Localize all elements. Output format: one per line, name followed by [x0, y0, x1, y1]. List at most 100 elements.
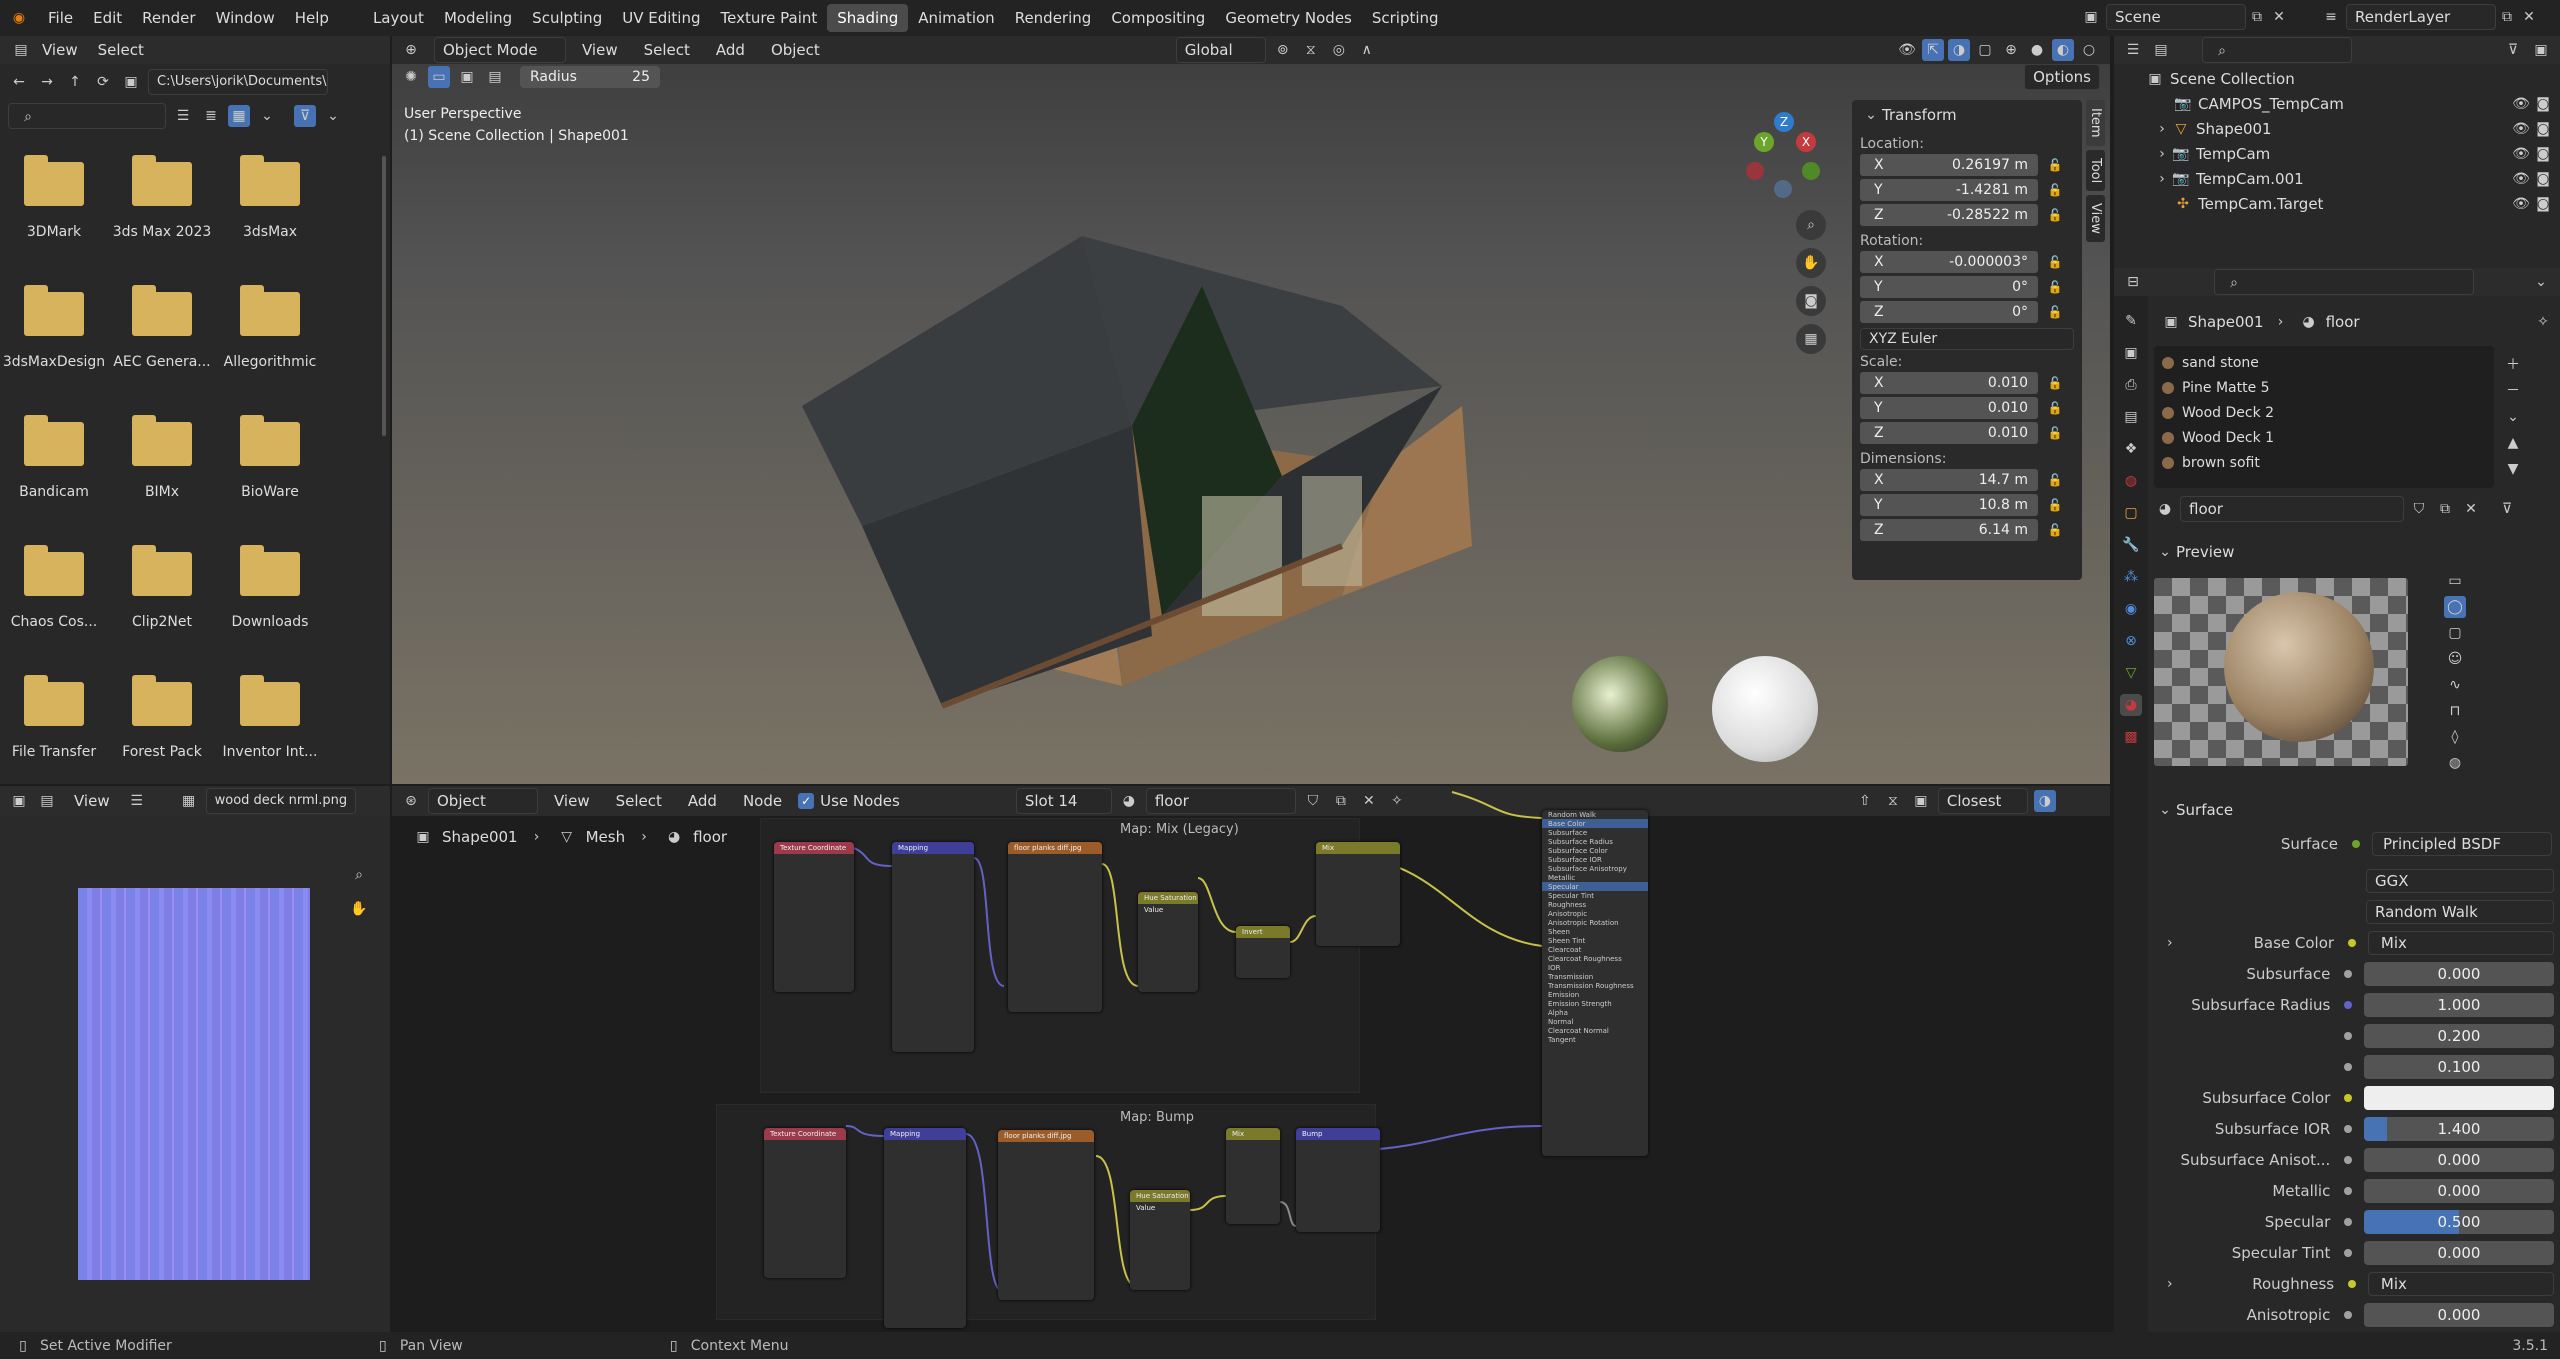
zoom-icon[interactable]: ⌕: [348, 864, 370, 886]
file-item[interactable]: BioWare: [216, 415, 324, 500]
bsdf-input[interactable]: Emission Strength: [1542, 999, 1648, 1008]
viewport-menu-add[interactable]: Add: [706, 36, 755, 64]
property-value[interactable]: 0.000: [2364, 1240, 2554, 1265]
socket-icon[interactable]: [2344, 1124, 2352, 1133]
material-slot-list[interactable]: sand stone Pine Matte 5 Wood Deck 2 Wood De…: [2154, 346, 2494, 488]
eye-icon[interactable]: 👁: [2510, 93, 2532, 115]
property-value[interactable]: 1.000: [2364, 992, 2554, 1017]
radius-field[interactable]: Radius 25: [520, 66, 660, 88]
material-browse-icon[interactable]: ◕: [2154, 498, 2176, 520]
expand-arrow-icon[interactable]: ›: [2162, 932, 2178, 954]
node-hue-saturation-2[interactable]: Hue Saturation Value: [1130, 1190, 1190, 1290]
select-extend-icon[interactable]: ▣: [456, 66, 478, 88]
lock-icon[interactable]: 🔓: [2044, 154, 2066, 176]
preview-fluid-icon[interactable]: ◊: [2444, 726, 2466, 748]
node-invert[interactable]: Invert: [1236, 926, 1290, 978]
overlay-toggle-icon[interactable]: ◑: [1948, 39, 1970, 61]
property-value[interactable]: 1.400: [2364, 1116, 2554, 1141]
gizmo-x-axis[interactable]: X: [1796, 132, 1816, 152]
viewport-menu-object[interactable]: Object: [761, 36, 830, 64]
property-value[interactable]: 0.000: [2364, 1178, 2554, 1203]
bsdf-input[interactable]: Clearcoat Roughness: [1542, 954, 1648, 963]
preview-sphere-icon[interactable]: ◯: [2444, 596, 2466, 618]
scale-field[interactable]: Z 0.010: [1860, 422, 2038, 444]
falloff-icon[interactable]: ∧: [1356, 39, 1378, 61]
file-browser-scrollbar[interactable]: [382, 156, 386, 436]
editor-type-icon[interactable]: ▣: [8, 790, 30, 812]
viewport-menu-select[interactable]: Select: [634, 36, 700, 64]
preview-flat-icon[interactable]: ▭: [2444, 570, 2466, 592]
bsdf-input[interactable]: Clearcoat Normal: [1542, 1026, 1648, 1035]
scale-field[interactable]: X 0.010: [1860, 372, 2038, 394]
filter-icon[interactable]: ⊽: [2502, 39, 2524, 61]
render-camera-icon[interactable]: ◙: [2532, 168, 2554, 190]
material-tab-icon[interactable]: ◕: [2120, 694, 2142, 716]
modifier-tab-icon[interactable]: 🔧: [2120, 534, 2142, 556]
lock-icon[interactable]: 🔓: [2044, 519, 2066, 541]
sidebar-tab-view[interactable]: View: [2086, 194, 2105, 242]
property-link-value[interactable]: Mix: [2367, 930, 2554, 955]
rotation-field[interactable]: Y 0°: [1860, 276, 2038, 298]
bsdf-input[interactable]: Alpha: [1542, 1008, 1648, 1017]
outliner-root[interactable]: Scene Collection: [2170, 70, 2295, 88]
node-mix[interactable]: Mix: [1316, 842, 1400, 946]
outliner-item[interactable]: 📷 CAMPOS_TempCam 👁 ◙: [2114, 91, 2560, 116]
chevron-down-icon[interactable]: ⌄: [322, 105, 344, 127]
socket-icon[interactable]: [2344, 1000, 2352, 1009]
move-up-icon[interactable]: ▲: [2502, 432, 2524, 454]
preview-cloth-icon[interactable]: ⊓: [2444, 700, 2466, 722]
object-tab-icon[interactable]: ▢: [2120, 502, 2142, 524]
gizmo-neg-y[interactable]: [1802, 162, 1820, 180]
path-field[interactable]: C:\Users\jorik\Documents\: [148, 69, 328, 95]
pin-icon[interactable]: ✧: [2532, 311, 2554, 333]
viewport-menu-view[interactable]: View: [572, 36, 628, 64]
node-image-texture[interactable]: floor planks diff.jpg: [1008, 842, 1102, 1012]
lock-icon[interactable]: 🔓: [2044, 251, 2066, 273]
bsdf-input[interactable]: Transmission Roughness: [1542, 981, 1648, 990]
bsdf-input[interactable]: Specular Tint: [1542, 891, 1648, 900]
wireframe-shading-icon[interactable]: ⊕: [2000, 39, 2022, 61]
world-tab-icon[interactable]: ◍: [2120, 470, 2142, 492]
rotation-mode-selector[interactable]: XYZ Euler: [1860, 328, 2074, 350]
node-editor[interactable]: ⊛ Object View Select Add Node ✓ Use Node…: [392, 786, 2110, 1332]
preview-hair-icon[interactable]: ∿: [2444, 674, 2466, 696]
node-mix-2[interactable]: Mix: [1226, 1128, 1280, 1224]
preview-world-icon[interactable]: ◍: [2444, 752, 2466, 774]
preview-monkey-icon[interactable]: ☺: [2444, 648, 2466, 670]
normal-map-image[interactable]: [78, 888, 310, 1280]
bsdf-input[interactable]: Subsurface Color: [1542, 846, 1648, 855]
gizmo-neg-z[interactable]: [1774, 180, 1792, 198]
menu-help[interactable]: Help: [285, 4, 339, 32]
new-scene-icon[interactable]: ⧉: [2246, 6, 2268, 28]
file-item[interactable]: 3dsMax: [216, 155, 324, 240]
socket-icon[interactable]: [2344, 1062, 2352, 1071]
material-shading-icon[interactable]: ◐: [2052, 39, 2074, 61]
editor-type-icon[interactable]: ▤: [10, 39, 32, 61]
bsdf-input[interactable]: Transmission: [1542, 972, 1648, 981]
workspace-tab-compositing[interactable]: Compositing: [1101, 4, 1215, 32]
eye-icon[interactable]: 👁: [2510, 193, 2532, 215]
file-item[interactable]: Bandicam: [0, 415, 108, 500]
dimensions-field[interactable]: X 14.7 m: [1860, 469, 2038, 491]
workspace-tab-rendering[interactable]: Rendering: [1005, 4, 1102, 32]
bsdf-input[interactable]: Clearcoat: [1542, 945, 1648, 954]
gizmo-z-axis[interactable]: Z: [1774, 112, 1794, 132]
menu-file[interactable]: File: [38, 4, 83, 32]
node-mapping[interactable]: Mapping: [892, 842, 974, 1052]
expand-arrow-icon[interactable]: ›: [2154, 168, 2170, 190]
scene-tab-icon[interactable]: ❖: [2120, 438, 2142, 460]
file-item[interactable]: 3ds Max 2023: [108, 155, 216, 240]
socket-icon[interactable]: [2344, 1248, 2352, 1257]
blender-logo-icon[interactable]: ◉: [8, 7, 30, 29]
property-value[interactable]: 0.000: [2364, 1302, 2554, 1327]
render-camera-icon[interactable]: ◙: [2532, 118, 2554, 140]
surface-shader-value[interactable]: Principled BSDF: [2372, 831, 2552, 856]
file-item[interactable]: Inventor Int...: [216, 675, 324, 760]
socket-icon[interactable]: [2344, 1217, 2352, 1226]
file-item[interactable]: 3DMark: [0, 155, 108, 240]
proportional-edit-icon[interactable]: ◎: [1328, 39, 1350, 61]
scene-selector[interactable]: Scene: [2106, 4, 2246, 30]
property-value[interactable]: 0.200: [2364, 1023, 2554, 1048]
constraints-tab-icon[interactable]: ⊗: [2120, 630, 2142, 652]
menu-window[interactable]: Window: [206, 4, 285, 32]
